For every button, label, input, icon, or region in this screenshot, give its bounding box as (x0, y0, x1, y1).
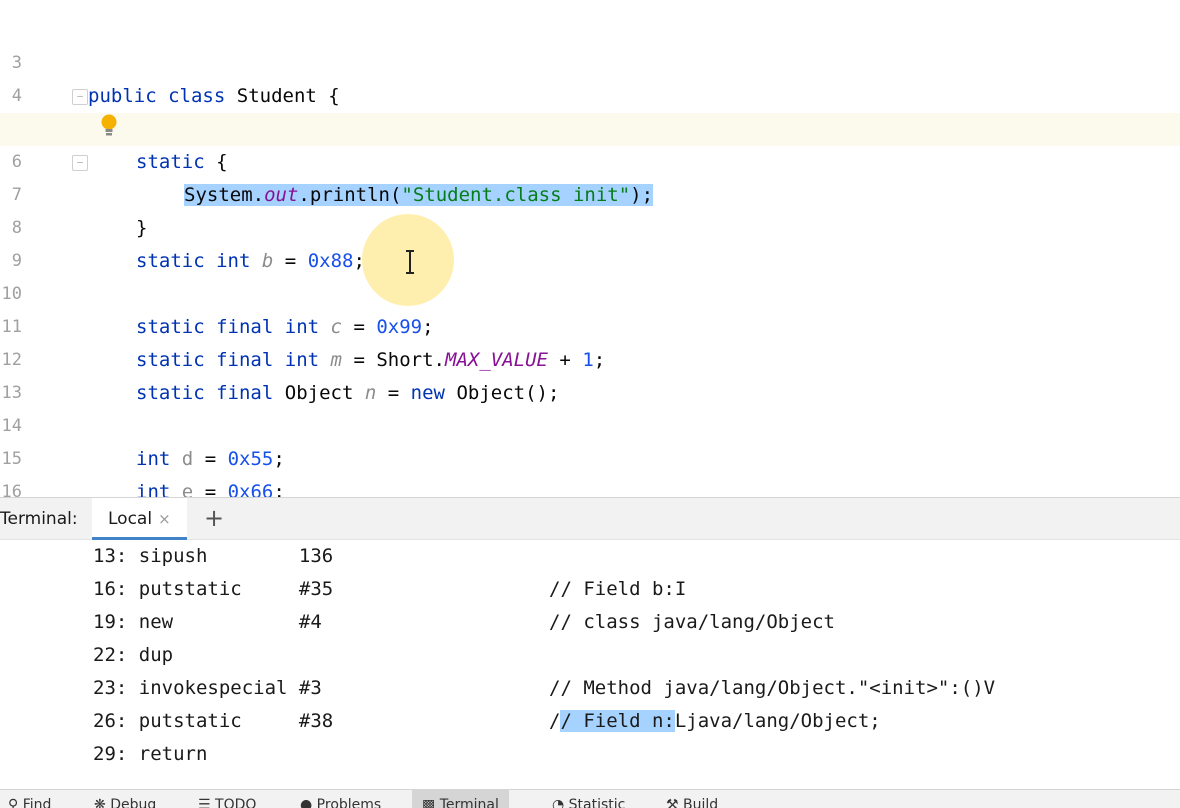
code-line-4[interactable]: 4 static int a = 0x77; (0, 47, 1180, 140)
chart-icon: ◔ (552, 797, 565, 808)
todo-tool-button[interactable]: ☰ TODO (198, 797, 256, 808)
text-cursor-icon (406, 250, 414, 274)
tool-window-bar: ⚲ Find ❋ Debug ☰ TODO ● Problems ▩ Termi… (0, 789, 1180, 808)
problems-icon: ● (300, 797, 313, 808)
terminal-comment: // Field b:I (549, 578, 687, 600)
terminal-comment: // Field n:Ljava/lang/Object; (549, 710, 881, 732)
problems-tool-button[interactable]: ● Problems (300, 797, 381, 808)
fold-end-icon[interactable]: − (72, 155, 88, 171)
terminal-icon: ▩ (422, 797, 436, 808)
terminal-tool-button[interactable]: ▩ Terminal (412, 790, 509, 808)
search-icon: ⚲ (8, 797, 19, 808)
code-line-6[interactable]: 6 System.out.println("Student.class init… (0, 113, 1180, 206)
code-line-5[interactable]: 5 static { (0, 80, 1180, 173)
statistic-tool-button[interactable]: ◔ Statistic (552, 797, 625, 808)
bug-icon: ❋ (94, 797, 106, 808)
terminal-line: 23: invokespecial #3 (93, 677, 322, 699)
code-line-16[interactable]: 16 } (0, 443, 1180, 497)
code-line-8[interactable]: 8 static int b = 0x88; (0, 179, 1180, 272)
code-line-3[interactable]: 3 public class Student { (0, 14, 1180, 107)
terminal-line: 26: putstatic #38 (93, 710, 334, 732)
terminal-line: 16: putstatic #35 (93, 578, 334, 600)
code-line-12[interactable]: 12 static final Object n = new Object(); (0, 311, 1180, 404)
code-line-9[interactable]: 9 (0, 212, 1180, 271)
code-line-10[interactable]: 10 static final int c = 0x99; (0, 245, 1180, 338)
terminal-comment: // Method java/lang/Object."<init>":()V (549, 677, 996, 699)
code-line-14[interactable]: 14 int d = 0x55; (0, 377, 1180, 470)
terminal-comment: // class java/lang/Object (549, 611, 835, 633)
build-tool-button[interactable]: ⚒ Build (666, 797, 718, 808)
close-icon[interactable]: × (158, 510, 171, 528)
code-editor[interactable]: 3 public class Student { 4 static int a … (0, 0, 1180, 497)
code-line-7[interactable]: 7 } (0, 146, 1180, 239)
code-line-11[interactable]: 11 static final int m = Short.MAX_VALUE … (0, 278, 1180, 371)
tab-local[interactable]: Local × (92, 498, 187, 540)
code-line-17[interactable]: 17 (0, 476, 1180, 497)
code-line-15[interactable]: 15 int e = 0x66; (0, 410, 1180, 497)
lightbulb-icon[interactable] (100, 113, 118, 139)
tab-label: Local (108, 509, 153, 529)
debug-tool-button[interactable]: ❋ Debug (94, 797, 156, 808)
terminal-title: Terminal: (0, 509, 78, 529)
terminal-line: 13: sipush 136 (93, 545, 334, 567)
terminal-line: 22: dup (93, 644, 174, 666)
list-icon: ☰ (198, 797, 211, 808)
terminal-header: Terminal: Local × + (0, 498, 1180, 540)
terminal-line: 29: return (93, 743, 208, 765)
hammer-icon: ⚒ (666, 797, 679, 808)
add-tab-button[interactable]: + (200, 504, 228, 532)
fold-collapse-icon[interactable]: − (72, 89, 88, 105)
code-line-13[interactable]: 13 (0, 344, 1180, 403)
selected-text: / Field n: (560, 710, 675, 732)
terminal-panel[interactable]: Terminal: Local × + 13: sipush 136 16: pu… (0, 497, 1180, 808)
terminal-line: 19: new #4 (93, 611, 322, 633)
find-tool-button[interactable]: ⚲ Find (8, 797, 51, 808)
